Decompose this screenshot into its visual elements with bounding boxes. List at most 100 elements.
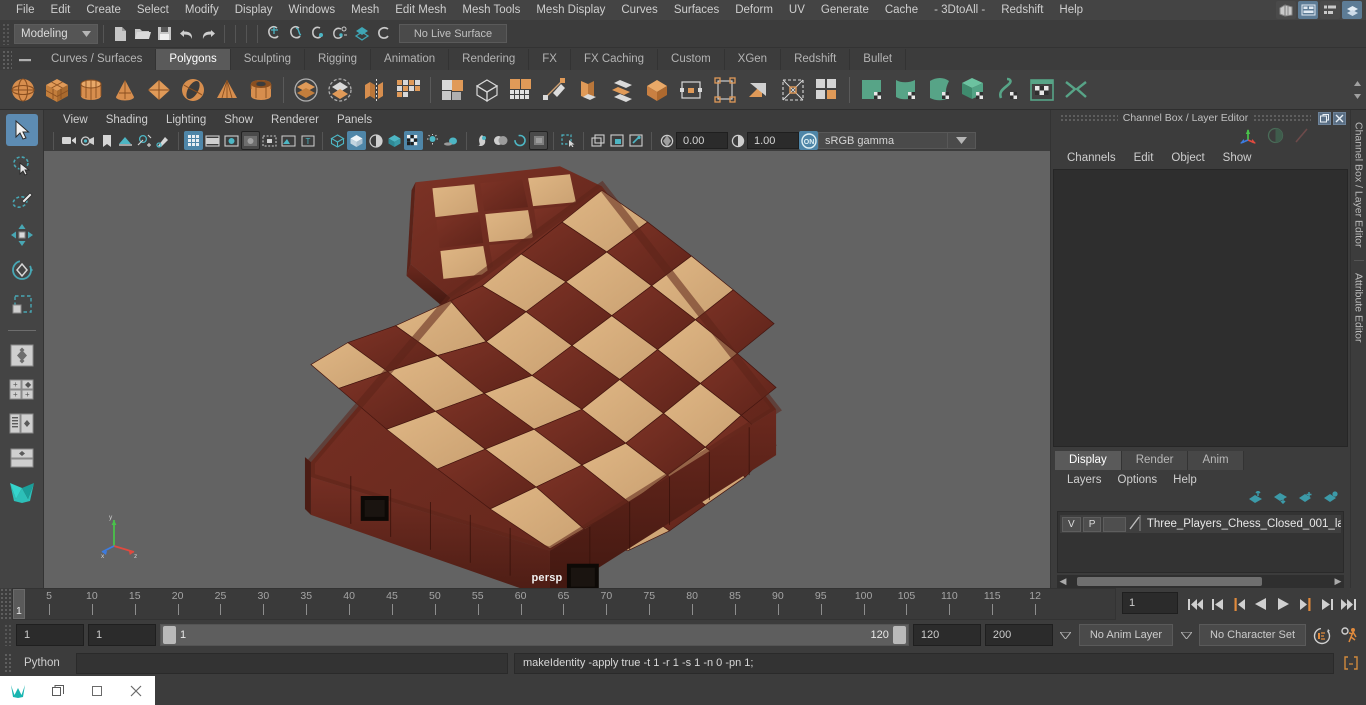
scale-tool[interactable] — [6, 289, 38, 321]
range-start-field[interactable]: 1 — [88, 624, 156, 646]
menu-edit-mesh[interactable]: Edit Mesh — [387, 0, 454, 20]
smooth-shade-icon[interactable] — [347, 131, 366, 150]
time-slider-grip[interactable] — [0, 588, 12, 620]
layer-menu-layers[interactable]: Layers — [1059, 474, 1110, 486]
save-scene-icon[interactable] — [153, 23, 175, 45]
viewport-menu-show[interactable]: Show — [215, 114, 262, 126]
current-frame-field[interactable]: 1 — [1122, 592, 1178, 614]
viewport-menu-lighting[interactable]: Lighting — [157, 114, 215, 126]
scrollbar-thumb[interactable] — [1077, 577, 1262, 586]
menu-generate[interactable]: Generate — [813, 0, 877, 20]
wireframe-icon[interactable] — [328, 131, 347, 150]
maya-app-icon[interactable] — [4, 676, 34, 705]
shelf-tab-curves-surfaces[interactable]: Curves / Surfaces — [38, 49, 157, 70]
poly-plane-icon[interactable] — [142, 73, 176, 107]
hypergraph-persp-layout[interactable] — [6, 442, 38, 474]
lasso-select-tool[interactable] — [6, 149, 38, 181]
anim-layer-dropdown-icon[interactable] — [1057, 624, 1075, 646]
menu-windows[interactable]: Windows — [280, 0, 343, 20]
close-icon[interactable] — [1333, 111, 1346, 125]
step-forward-keyframe-icon[interactable] — [1318, 594, 1336, 614]
channel-box-menu-object[interactable]: Object — [1163, 152, 1212, 164]
shelf-grip[interactable] — [2, 50, 12, 70]
textured-icon[interactable] — [385, 131, 404, 150]
close-window-icon[interactable] — [121, 676, 151, 705]
poly-cone-icon[interactable] — [108, 73, 142, 107]
menu-3dtoall[interactable]: - 3DtoAll - — [926, 0, 993, 20]
uv-cylindrical-icon[interactable] — [889, 73, 923, 107]
texture-filter-icon[interactable] — [627, 131, 646, 150]
new-layer-icon[interactable] — [1298, 491, 1313, 507]
film-origin-icon[interactable] — [260, 131, 279, 150]
motion-blur-icon[interactable] — [472, 131, 491, 150]
snap-to-point-icon[interactable] — [307, 23, 329, 45]
play-forwards-icon[interactable] — [1274, 594, 1292, 614]
3d-viewport[interactable]: x y z persp — [44, 151, 1050, 588]
multi-cut-icon[interactable] — [538, 73, 572, 107]
menu-surfaces[interactable]: Surfaces — [666, 0, 727, 20]
channel-box-menu-channels[interactable]: Channels — [1059, 152, 1124, 164]
step-back-frame-icon[interactable] — [1230, 594, 1248, 614]
tab-render[interactable]: Render — [1121, 451, 1189, 470]
shelf-tab-rendering[interactable]: Rendering — [449, 49, 530, 70]
anim-layer-field[interactable]: No Anim Layer — [1078, 624, 1174, 646]
animation-start-field[interactable]: 1 — [16, 624, 84, 646]
snap-to-grid-icon[interactable] — [263, 23, 285, 45]
gamma-icon[interactable] — [728, 131, 747, 150]
poly-torus-icon[interactable] — [176, 73, 210, 107]
quad-draw-icon[interactable] — [504, 73, 538, 107]
viewport-menu-view[interactable]: View — [54, 114, 97, 126]
tab-display[interactable]: Display — [1055, 451, 1122, 470]
poly-sphere-icon[interactable] — [6, 73, 40, 107]
color-management-toggle[interactable]: ON — [799, 131, 818, 150]
menu-mesh-tools[interactable]: Mesh Tools — [454, 0, 528, 20]
snap-to-projected-center-icon[interactable] — [329, 23, 351, 45]
depth-of-field-icon[interactable] — [510, 131, 529, 150]
shelf-tab-sculpting[interactable]: Sculpting — [230, 49, 306, 70]
extrude-icon[interactable] — [572, 73, 606, 107]
move-tool[interactable] — [6, 219, 38, 251]
poly-pipe-icon[interactable] — [244, 73, 278, 107]
new-layer-from-selected-icon[interactable] — [1323, 491, 1338, 507]
poly-cube-icon[interactable] — [40, 73, 74, 107]
viewport-menu-panels[interactable]: Panels — [328, 114, 381, 126]
booleans-icon[interactable] — [436, 73, 470, 107]
gate-mask-icon[interactable] — [241, 131, 260, 150]
snap-to-view-plane-icon[interactable] — [351, 23, 373, 45]
menu-edit[interactable]: Edit — [43, 0, 79, 20]
time-slider[interactable]: 1 5 10 15 20 25 30 35 40 45 50 55 60 65 70 75 80 85 90 95 1… — [12, 588, 1116, 620]
shadows-icon[interactable] — [423, 131, 442, 150]
offset-edge-loop-icon[interactable] — [742, 73, 776, 107]
resolution-gate-icon[interactable] — [222, 131, 241, 150]
character-set-field[interactable]: No Character Set — [1199, 624, 1306, 646]
channel-dim-icon[interactable] — [1267, 127, 1284, 147]
shelf-menu-icon[interactable] — [12, 50, 38, 70]
move-layer-up-icon[interactable] — [1248, 489, 1263, 507]
layer-list[interactable]: V P Three_Players_Chess_Closed_001_laye — [1057, 511, 1344, 573]
separate-icon[interactable] — [323, 73, 357, 107]
undo-icon[interactable] — [175, 23, 197, 45]
step-back-keyframe-icon[interactable] — [1208, 594, 1226, 614]
workspace-icon[interactable] — [1276, 1, 1296, 19]
menu-cache[interactable]: Cache — [877, 0, 926, 20]
command-input[interactable] — [76, 652, 508, 674]
new-scene-icon[interactable] — [109, 23, 131, 45]
bevel-icon[interactable] — [606, 73, 640, 107]
menu-mesh-display[interactable]: Mesh Display — [528, 0, 613, 20]
camera-attributes-icon[interactable] — [78, 131, 97, 150]
step-forward-frame-icon[interactable] — [1296, 594, 1314, 614]
menu-create[interactable]: Create — [78, 0, 129, 20]
shelf-tab-fx-caching[interactable]: FX Caching — [570, 49, 659, 70]
command-language-label[interactable]: Python — [18, 657, 70, 669]
command-line-grip[interactable] — [4, 653, 12, 673]
layer-visibility-toggle[interactable]: V — [1062, 516, 1081, 532]
bridge-icon[interactable] — [640, 73, 674, 107]
four-view-layout[interactable]: + ◆ + + — [6, 374, 38, 406]
undock-icon[interactable] — [1318, 111, 1331, 125]
character-set-dropdown-icon[interactable] — [1177, 624, 1195, 646]
rotate-tool[interactable] — [6, 254, 38, 286]
channel-slope-icon[interactable] — [1293, 127, 1310, 147]
select-camera-icon[interactable] — [59, 131, 78, 150]
menu-uv[interactable]: UV — [781, 0, 813, 20]
extract-icon[interactable] — [357, 73, 391, 107]
